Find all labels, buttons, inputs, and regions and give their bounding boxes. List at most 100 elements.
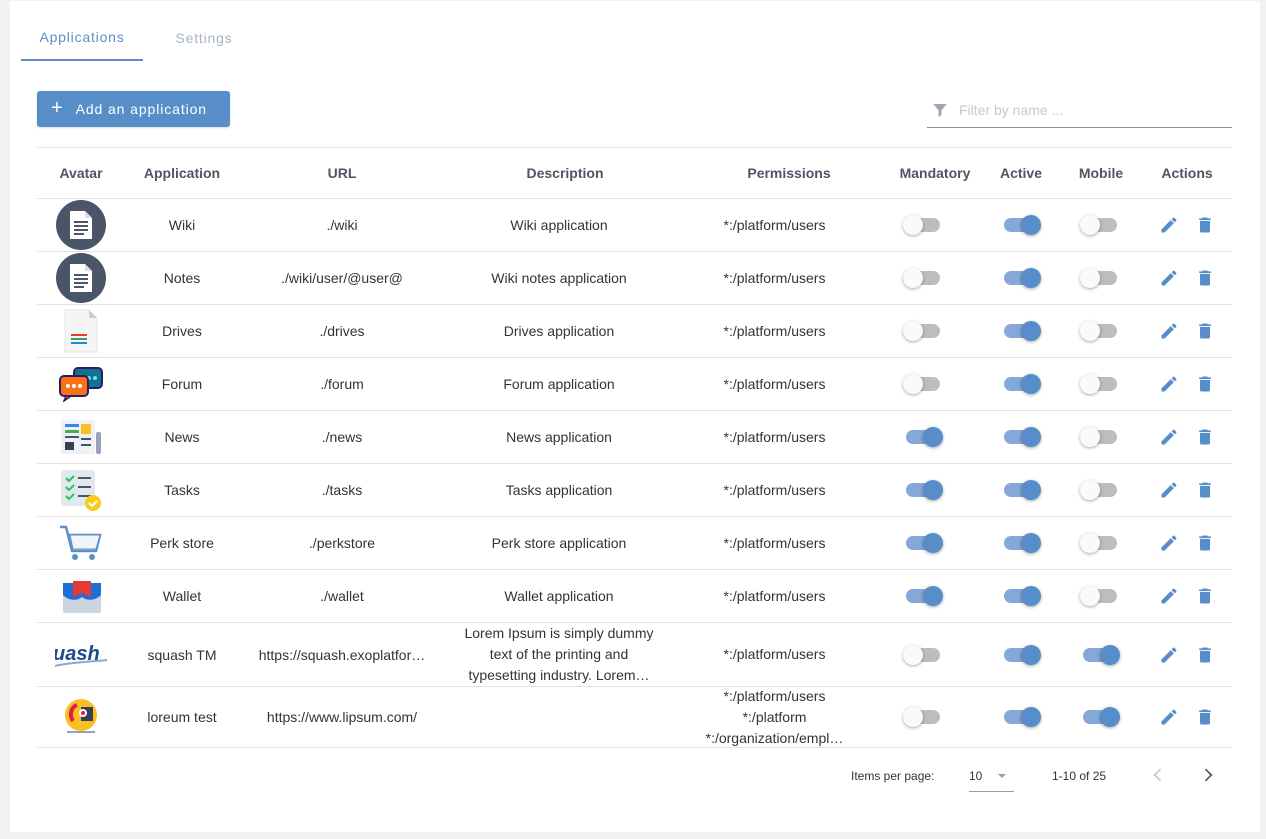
actions-cell	[1157, 570, 1217, 622]
application-name: Drives	[162, 323, 202, 339]
mandatory-switch[interactable]	[903, 644, 943, 666]
active-switch[interactable]	[1001, 532, 1041, 554]
mobile-switch-thumb	[1080, 586, 1100, 606]
application-description-text: Perk store application	[491, 534, 627, 551]
application-permissions: *:/platform/users	[697, 464, 852, 516]
active-switch[interactable]	[1001, 585, 1041, 607]
add-application-button[interactable]: + Add an application	[37, 91, 230, 127]
table-row: Tasks ./tasks Tasks application *:/platform…	[37, 464, 1232, 517]
loreum-avatar	[37, 687, 125, 747]
edit-button[interactable]	[1159, 586, 1179, 606]
actions-cell	[1157, 252, 1217, 304]
delete-button[interactable]	[1195, 321, 1215, 341]
mobile-switch[interactable]	[1080, 320, 1120, 342]
delete-button[interactable]	[1195, 533, 1215, 553]
mandatory-switch-thumb	[923, 586, 943, 606]
mandatory-switch[interactable]	[903, 373, 943, 395]
active-switch[interactable]	[1001, 320, 1041, 342]
active-switch[interactable]	[1001, 479, 1041, 501]
edit-button[interactable]	[1159, 707, 1179, 727]
application-permissions: *:/platform/users *:/platform *:/organiz…	[697, 687, 852, 747]
mandatory-switch[interactable]	[903, 426, 943, 448]
forum-avatar	[37, 358, 125, 410]
mobile-switch[interactable]	[1080, 532, 1120, 554]
delete-button[interactable]	[1195, 374, 1215, 394]
next-page-button[interactable]	[1198, 765, 1218, 790]
mobile-switch[interactable]	[1080, 479, 1120, 501]
pencil-icon	[1161, 482, 1177, 498]
pencil-icon	[1161, 217, 1177, 233]
header-application: Application	[143, 165, 221, 181]
mandatory-switch-thumb	[903, 321, 923, 341]
active-switch[interactable]	[1001, 267, 1041, 289]
chevron-left-icon	[1153, 768, 1162, 782]
trash-icon	[1199, 709, 1211, 725]
mandatory-switch[interactable]	[903, 706, 943, 728]
mandatory-cell	[893, 252, 953, 304]
filter-field[interactable]	[927, 93, 1232, 128]
actions-cell	[1157, 199, 1217, 251]
application-description: News application	[457, 411, 661, 463]
filter-input[interactable]	[957, 101, 1221, 119]
application-permissions: *:/platform/users	[697, 252, 852, 304]
active-switch[interactable]	[1001, 214, 1041, 236]
edit-button[interactable]	[1159, 427, 1179, 447]
tab-settings[interactable]: Settings	[143, 15, 265, 61]
mandatory-switch[interactable]	[903, 479, 943, 501]
mobile-switch[interactable]	[1080, 706, 1120, 728]
application-permissions: *:/platform/users	[697, 199, 852, 251]
delete-button[interactable]	[1195, 215, 1215, 235]
previous-page-button[interactable]	[1148, 765, 1168, 790]
edit-button[interactable]	[1159, 645, 1179, 665]
active-switch[interactable]	[1001, 426, 1041, 448]
delete-button[interactable]	[1195, 586, 1215, 606]
application-description-text: Lorem Ipsum is simply dummy text of the …	[464, 625, 654, 683]
delete-button[interactable]	[1195, 707, 1215, 727]
edit-button[interactable]	[1159, 321, 1179, 341]
mobile-switch[interactable]	[1080, 373, 1120, 395]
table-row: uash squash TM https://squash.exoplatfor… L…	[37, 623, 1232, 687]
edit-button[interactable]	[1159, 215, 1179, 235]
page-range: 1-10 of 25	[1052, 769, 1107, 783]
mobile-switch[interactable]	[1080, 426, 1120, 448]
tab-applications[interactable]: Applications	[21, 15, 143, 61]
table-row: Forum ./forum Forum application *:/platform…	[37, 358, 1232, 411]
items-per-page-select[interactable]: 10	[969, 761, 1014, 792]
header-avatar: Avatar	[59, 165, 103, 181]
active-switch[interactable]	[1001, 706, 1041, 728]
chevron-right-icon	[1204, 768, 1213, 782]
delete-button[interactable]	[1195, 427, 1215, 447]
active-cell	[991, 623, 1051, 686]
edit-button[interactable]	[1159, 268, 1179, 288]
active-switch-thumb	[1021, 480, 1041, 500]
edit-button[interactable]	[1159, 374, 1179, 394]
mandatory-switch-thumb	[903, 215, 923, 235]
delete-button[interactable]	[1195, 480, 1215, 500]
application-description-text: Wiki application	[510, 216, 608, 233]
edit-button[interactable]	[1159, 480, 1179, 500]
pencil-icon	[1161, 429, 1177, 445]
delete-button[interactable]	[1195, 645, 1215, 665]
mobile-cell	[1071, 517, 1129, 569]
mobile-switch[interactable]	[1080, 585, 1120, 607]
mobile-switch[interactable]	[1080, 267, 1120, 289]
application-description-text: Drives application	[503, 322, 615, 339]
pencil-icon	[1161, 270, 1177, 286]
active-switch[interactable]	[1001, 373, 1041, 395]
edit-button[interactable]	[1159, 533, 1179, 553]
application-url: https://www.lipsum.com/	[249, 687, 435, 747]
tasks-avatar	[37, 464, 125, 516]
application-description-text: News application	[506, 428, 612, 445]
mobile-switch[interactable]	[1080, 644, 1120, 666]
mandatory-switch[interactable]	[903, 532, 943, 554]
mobile-switch[interactable]	[1080, 214, 1120, 236]
mandatory-cell	[893, 623, 953, 686]
delete-button[interactable]	[1195, 268, 1215, 288]
active-switch[interactable]	[1001, 644, 1041, 666]
pencil-icon	[1161, 646, 1177, 662]
mandatory-switch[interactable]	[903, 320, 943, 342]
mobile-switch-thumb	[1100, 707, 1120, 727]
mandatory-switch[interactable]	[903, 214, 943, 236]
mandatory-switch[interactable]	[903, 267, 943, 289]
mandatory-switch[interactable]	[903, 585, 943, 607]
